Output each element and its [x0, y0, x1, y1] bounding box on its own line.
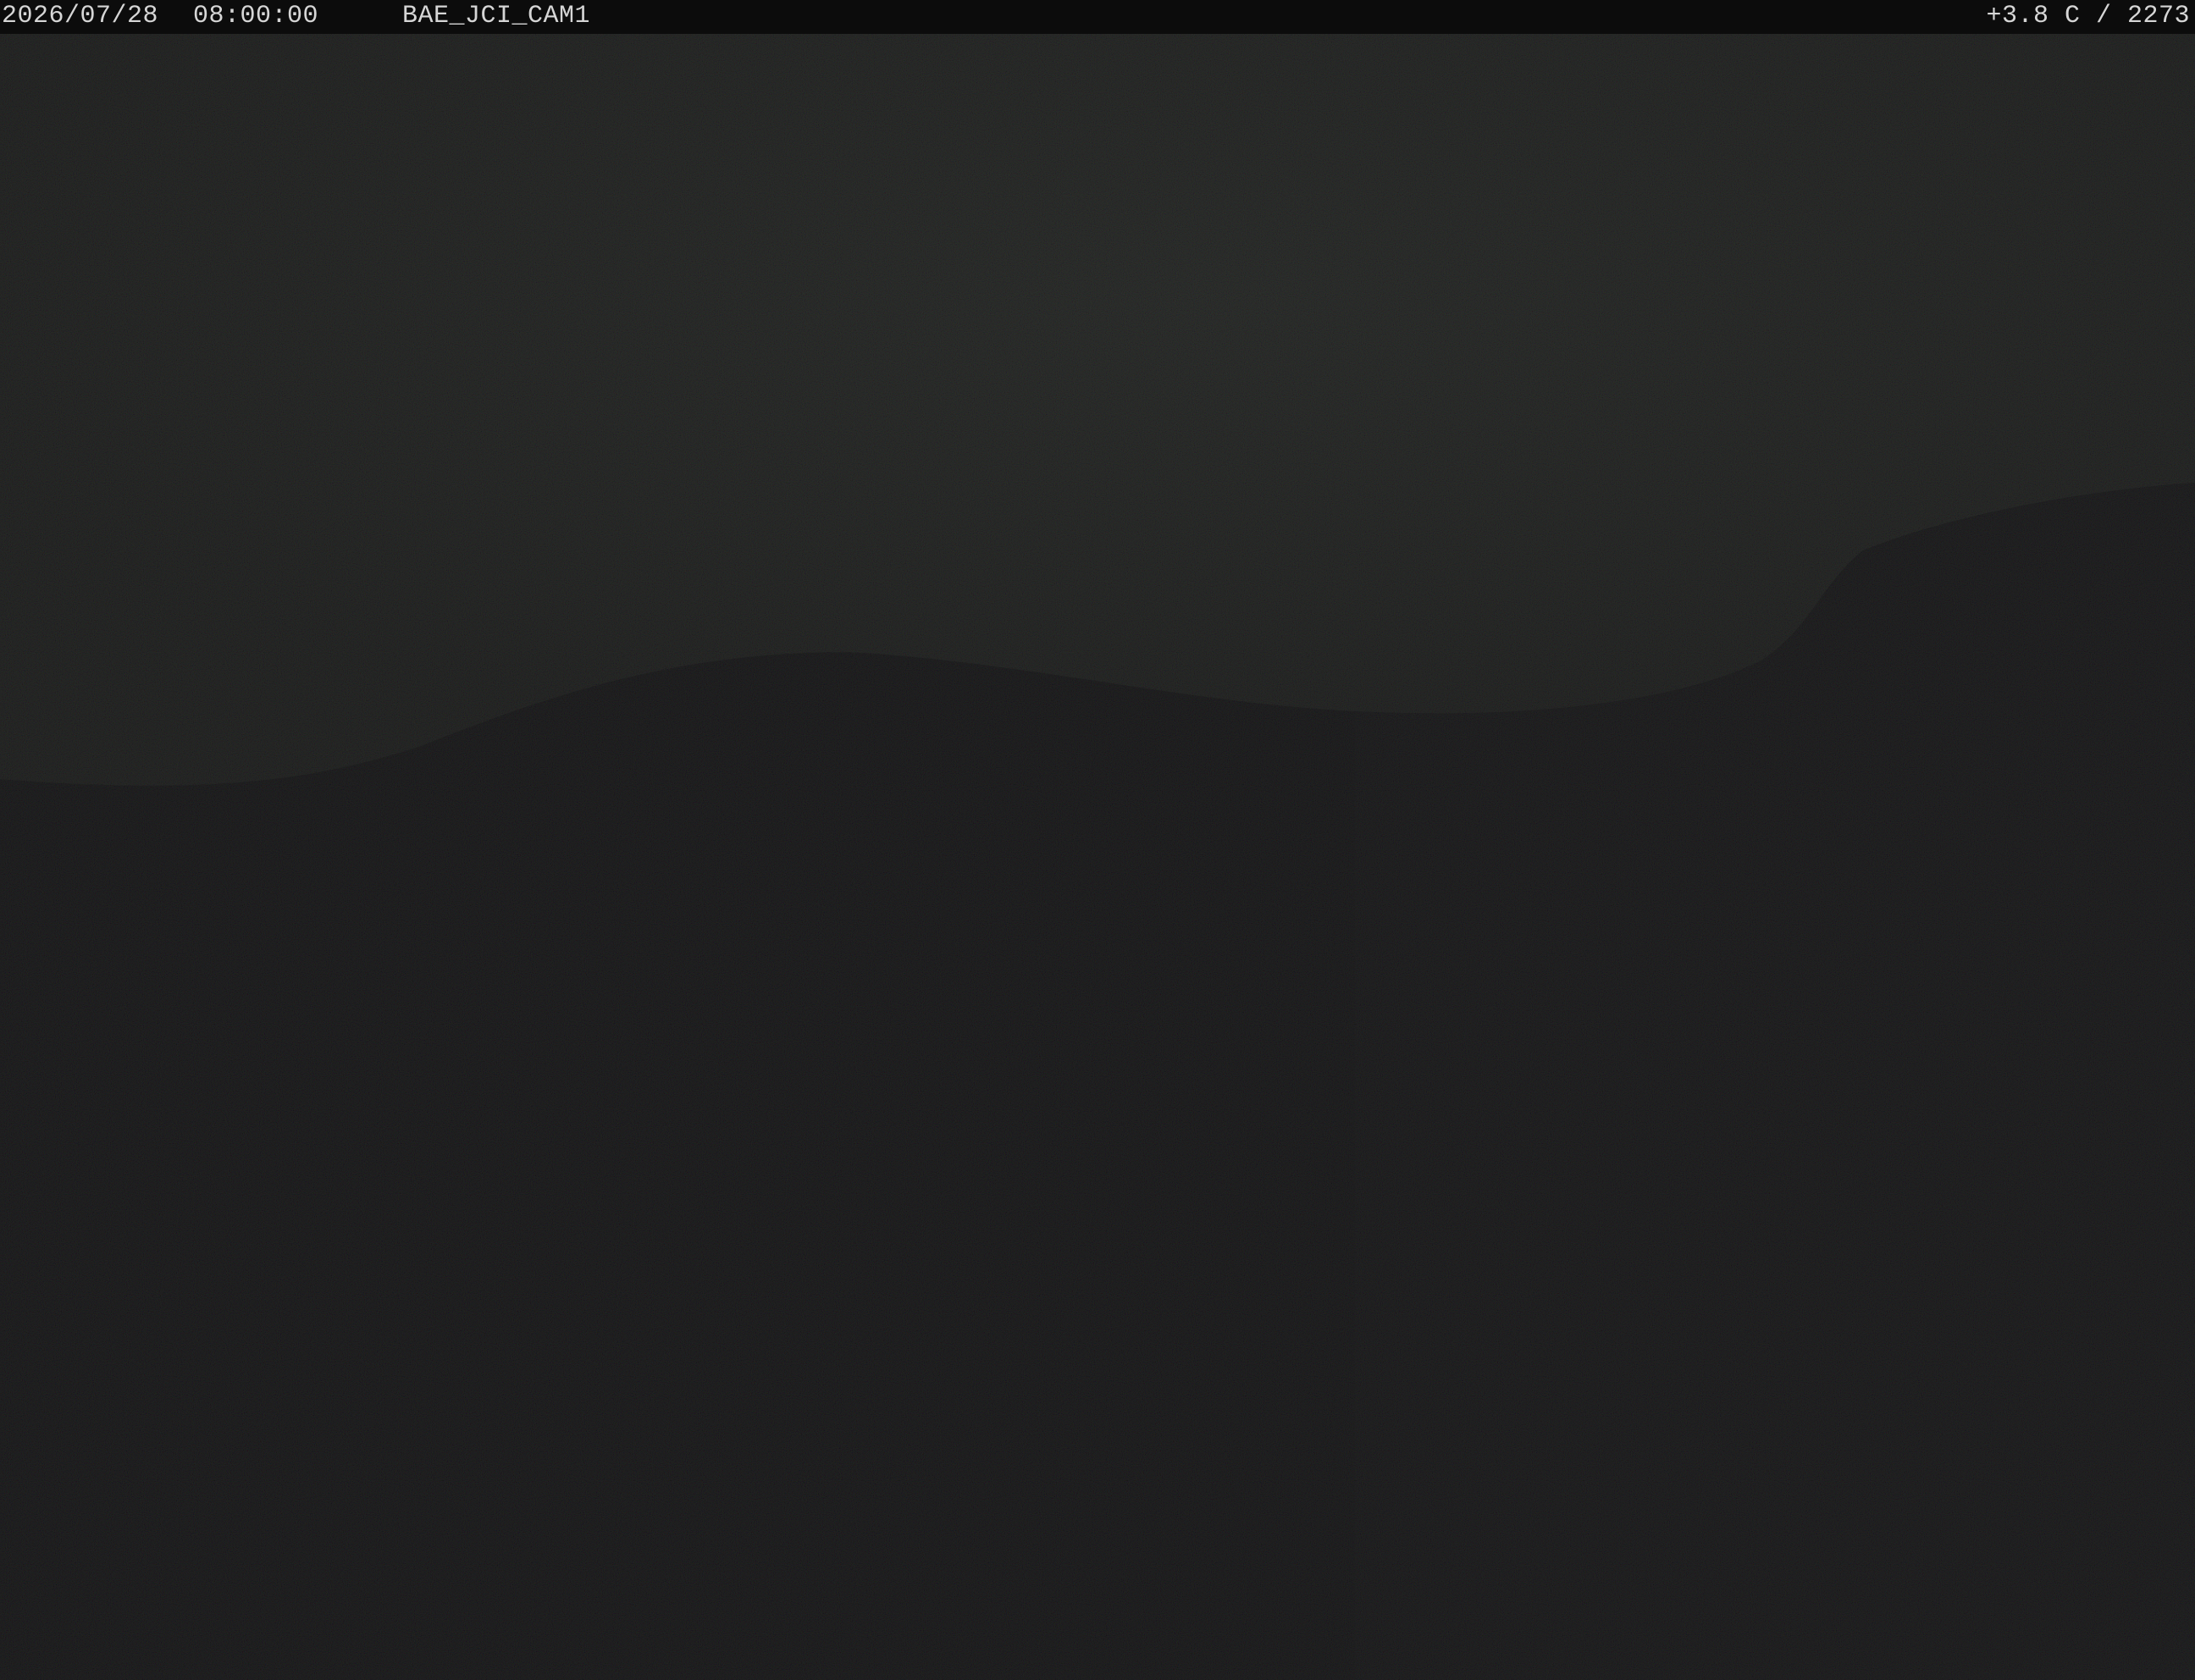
overlay-time: 08:00:00	[193, 2, 319, 30]
timestamp-overlay-bar: 2026/07/28 08:00:00 BAE_JCI_CAM1 +3.8 C …	[0, 0, 2195, 34]
night-scene-svg	[0, 34, 2195, 1680]
overlay-camera-id: BAE_JCI_CAM1	[402, 2, 591, 30]
overlay-temperature-reading: +3.8 C / 2273	[1986, 2, 2190, 30]
webcam-frame: 2026/07/28 08:00:00 BAE_JCI_CAM1 +3.8 C …	[0, 0, 2195, 1680]
night-scene-image	[0, 34, 2195, 1680]
sensor-noise	[0, 34, 2195, 1680]
overlay-date: 2026/07/28	[2, 2, 159, 30]
